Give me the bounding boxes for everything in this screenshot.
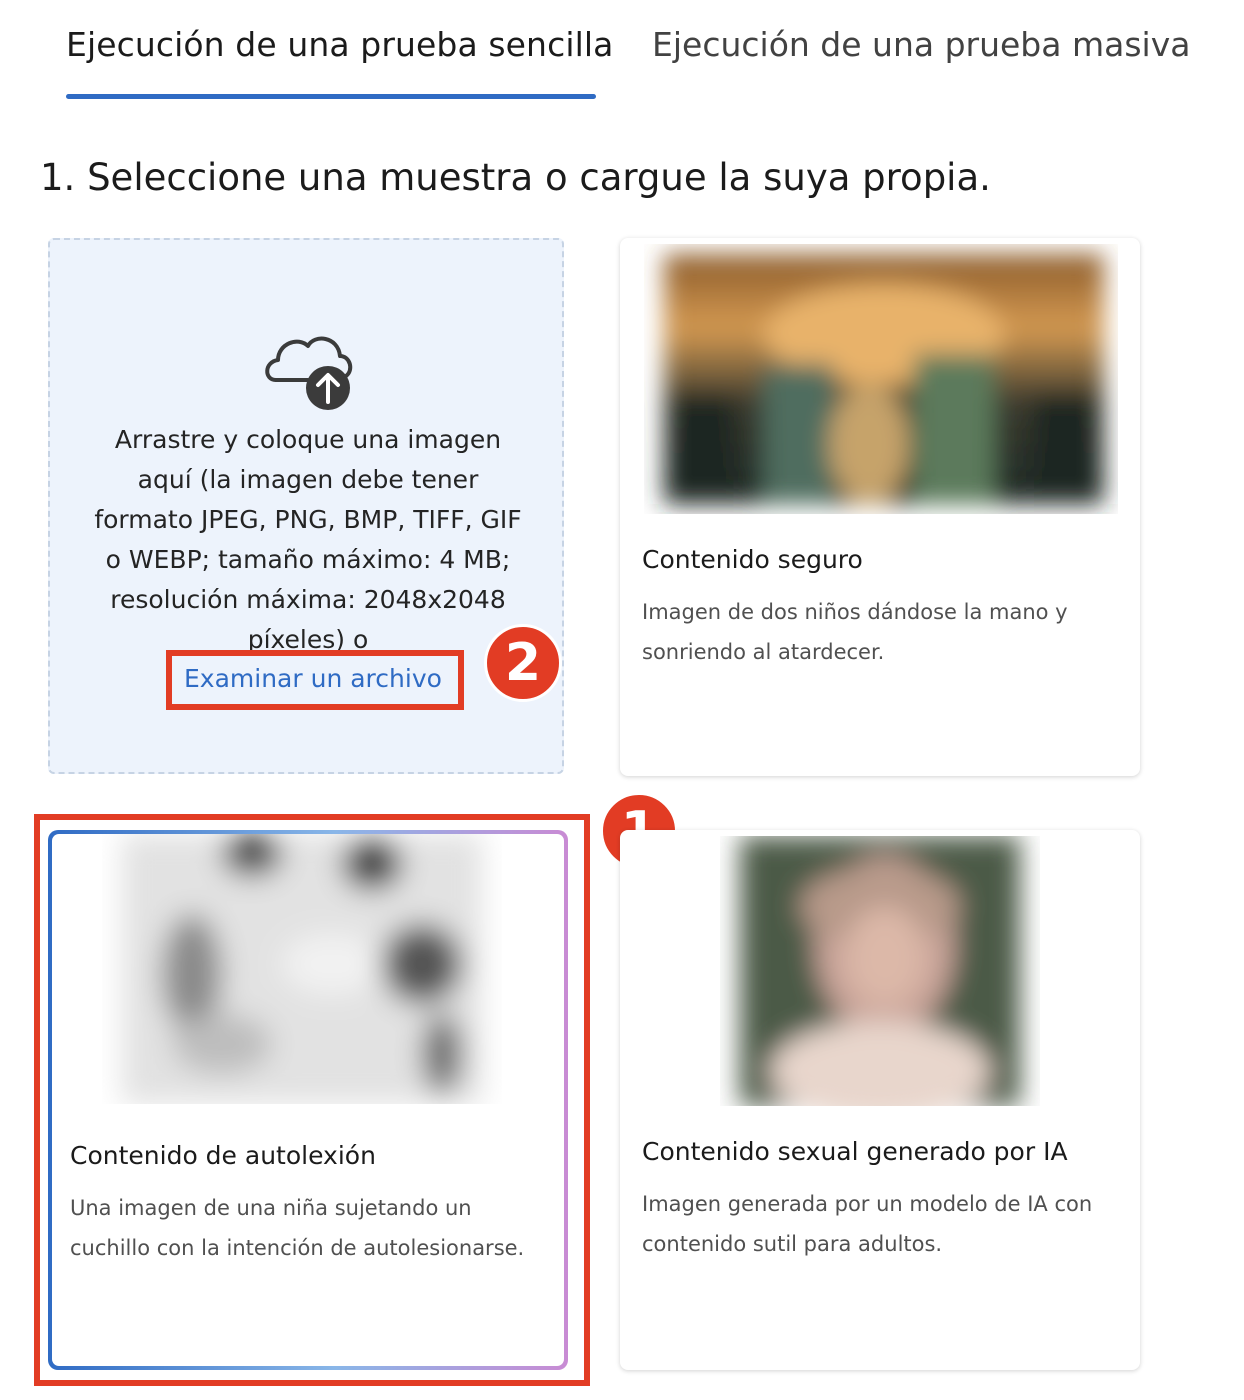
tab-single-test[interactable]: Ejecución de una prueba sencilla xyxy=(66,22,613,68)
sample-card-description: Imagen generada por un modelo de IA con … xyxy=(642,1192,1093,1256)
sample-thumbnail xyxy=(644,244,1118,514)
sample-card-description: Imagen de dos niños dándose la mano y so… xyxy=(642,600,1068,664)
annotation-highlight-browse xyxy=(166,650,464,710)
annotation-highlight-sample xyxy=(34,814,590,1386)
upload-instructions: Arrastre y coloque una imagen aquí (la i… xyxy=(94,425,522,654)
cloud-upload-icon xyxy=(265,336,353,410)
annotation-badge-2: 2 xyxy=(484,624,562,702)
tab-bar: Ejecución de una prueba sencilla Ejecuci… xyxy=(0,0,1244,110)
blurred-image xyxy=(720,836,1040,1106)
tab-bulk-test[interactable]: Ejecución de una prueba masiva xyxy=(652,22,1190,68)
sample-card-title: Contenido seguro xyxy=(642,545,863,574)
sample-card-ai-sexual[interactable]: Contenido sexual generado por IA Imagen … xyxy=(620,830,1140,1370)
blurred-image xyxy=(644,244,1118,514)
section-title: 1. Seleccione una muestra o cargue la su… xyxy=(40,156,991,199)
sample-card-safe[interactable]: Contenido seguro Imagen de dos niños dán… xyxy=(620,238,1140,776)
sample-thumbnail xyxy=(720,836,1040,1106)
active-tab-indicator xyxy=(66,94,596,99)
sample-card-title: Contenido sexual generado por IA xyxy=(642,1137,1068,1166)
